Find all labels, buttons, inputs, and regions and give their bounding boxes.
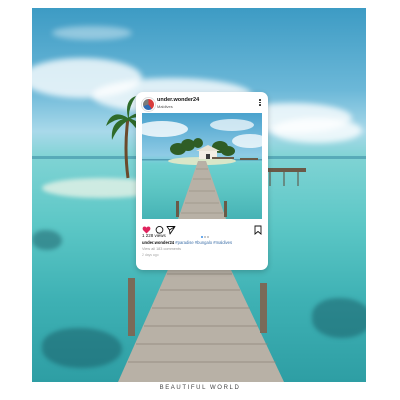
view-comments-link[interactable]: View all 183 comments: [142, 247, 181, 251]
more-icon[interactable]: [259, 99, 262, 107]
post-header: under.wonder24 Maldives: [142, 97, 262, 111]
bookmark-icon[interactable]: [254, 225, 262, 235]
post-image[interactable]: [142, 113, 262, 219]
post-location[interactable]: Maldives: [157, 104, 173, 109]
post-photo-illustration: [142, 119, 262, 219]
avatar[interactable]: [142, 98, 155, 111]
share-icon[interactable]: [166, 226, 176, 235]
caption-username[interactable]: under.wonder24: [142, 240, 174, 245]
post-username[interactable]: under.wonder24: [157, 97, 199, 103]
footer-caption: BEAUTIFUL WORLD: [159, 385, 241, 391]
post-timestamp: 2 days ago: [142, 253, 159, 257]
views-count: 1 228 views: [142, 233, 166, 238]
social-post-card: under.wonder24 Maldives 1 228 views unde…: [136, 92, 268, 270]
post-caption: under.wonder24 #paradise #bungalo #maldi…: [142, 240, 232, 245]
caption-hashtags[interactable]: #paradise #bungalo #maldives: [175, 240, 232, 245]
post-actions: [142, 222, 262, 238]
